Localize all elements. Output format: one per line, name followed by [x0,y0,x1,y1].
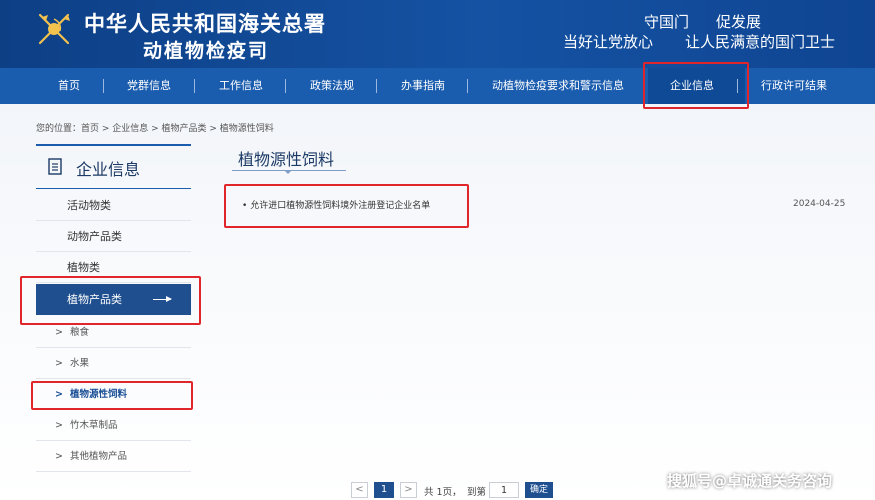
nav-item-guide[interactable]: 办事指南 [401,68,445,104]
nav-separator [376,79,377,93]
prev-page-button[interactable]: < [351,482,368,498]
nav-separator [285,79,286,93]
document-icon [48,158,62,175]
sub-item-fruit[interactable]: > 水果 [36,348,191,379]
nav-item-permit-results[interactable]: 行政许可结果 [761,68,827,104]
slogan-bottom-right: 让人民满意的国门卫士 [685,33,836,51]
goto-label: 到第 [467,487,487,498]
page-title: 植物源性饲料 [238,150,335,169]
sidebar-title: 企业信息 [76,160,141,179]
nav-item-home[interactable]: 首页 [58,68,80,104]
nav-item-quarantine[interactable]: 动植物检疫要求和警示信息 [492,68,624,104]
chevron-right-icon: > [55,420,63,431]
next-page-button[interactable]: > [400,482,417,498]
sub-item-label: 水果 [70,358,90,369]
sidebar-item-live-animals[interactable]: 活动物类 [36,190,191,221]
customs-emblem-icon [38,13,70,45]
list-item-date: 2024-04-25 [793,199,846,209]
goto-page-input[interactable] [489,482,519,498]
slogan-top-right: 促发展 [716,13,762,31]
chevron-right-icon: > [55,358,63,369]
nav-separator [103,79,104,93]
sub-item-label: 其他植物产品 [70,451,128,462]
sub-item-bamboo-wood[interactable]: > 竹木草制品 [36,410,191,441]
slogan-top-left: 守国门 [644,13,690,31]
sub-item-grain[interactable]: > 粮食 [36,317,191,348]
confirm-button[interactable]: 确定 [525,482,553,498]
sub-item-other-plant-products[interactable]: > 其他植物产品 [36,441,191,472]
nav-separator [194,79,195,93]
highlight-box-nav [643,62,749,109]
watermark: 搜狐号@卓诚通关务咨询 [667,472,833,490]
chevron-right-icon: > [55,451,63,462]
current-page[interactable]: 1 [374,482,394,498]
nav-item-work[interactable]: 工作信息 [219,68,263,104]
sidebar-header: 企业信息 [36,144,191,188]
site-title: 中华人民共和国海关总署 [84,11,326,36]
nav-item-policy[interactable]: 政策法规 [310,68,354,104]
nav-item-party[interactable]: 党群信息 [127,68,171,104]
sub-item-label: 粮食 [70,327,90,338]
sidebar-item-animal-products[interactable]: 动物产品类 [36,221,191,252]
highlight-box-subitem [31,381,193,410]
slogan-bottom-left: 当好让党放心 [563,33,654,51]
chevron-right-icon: > [55,327,63,338]
nav-separator [467,79,468,93]
site-header: 中华人民共和国海关总署 动植物检疫司 守国门 促发展 当好让党放心 让人民满意的… [0,0,875,68]
sub-item-label: 竹木草制品 [70,420,118,431]
title-underline [232,170,346,174]
breadcrumb: 您的位置：首页 > 企业信息 > 植物产品类 > 植物源性饲料 [36,124,274,134]
highlight-box-list [224,184,469,228]
sidebar-divider [36,188,191,189]
site-subtitle: 动植物检疫司 [143,40,270,62]
total-pages-text: 共 1页， [424,487,462,498]
